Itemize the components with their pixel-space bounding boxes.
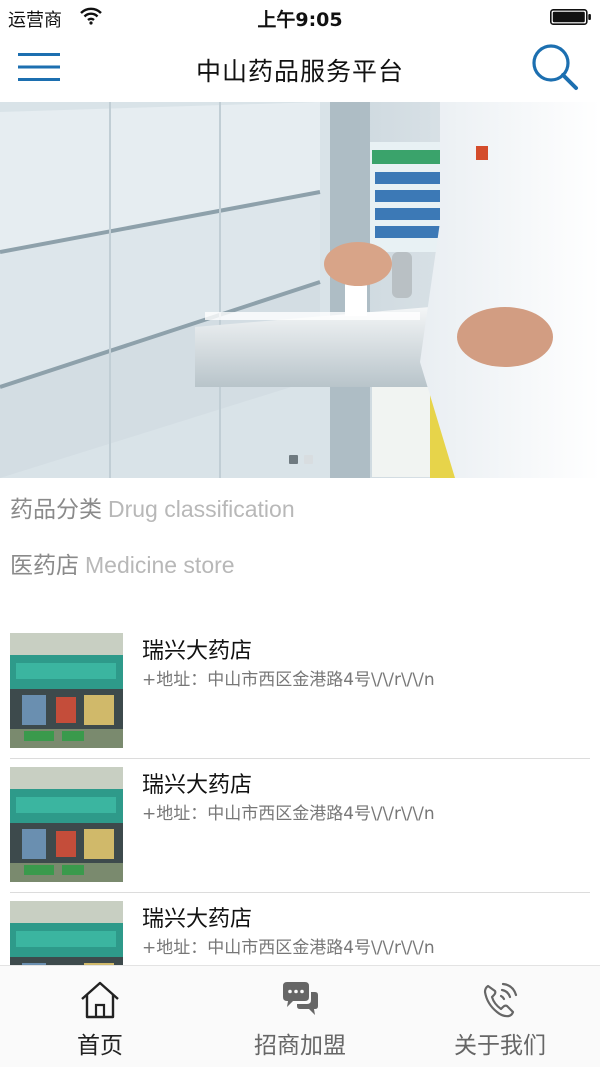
store-thumbnail xyxy=(10,767,123,882)
nav-bar: 中山药品服务平台 xyxy=(0,34,600,102)
search-icon[interactable] xyxy=(530,42,580,92)
page-title: 中山药品服务平台 xyxy=(195,57,404,86)
status-bar: 运营商 上午9:05 xyxy=(0,0,600,34)
store-address: +地址：中山市西区金港路4号\/\/r\/\/n xyxy=(142,804,435,824)
phone-icon xyxy=(483,982,518,1018)
category-label-en: Drug classification xyxy=(108,496,295,522)
pharmacy-banner-image xyxy=(0,102,600,478)
category-label: 药品分类 xyxy=(10,497,102,523)
tab-label: 关于我们 xyxy=(454,1033,546,1059)
store-address: +地址：中山市西区金港路4号\/\/r\/\/n xyxy=(142,670,435,690)
carousel-dot[interactable] xyxy=(304,455,313,464)
store-name: 瑞兴大药店 xyxy=(142,639,253,664)
store-list-item[interactable]: 瑞兴大药店 +地址：中山市西区金港路4号\/\/r\/\/n xyxy=(0,893,600,965)
store-thumbnail xyxy=(10,633,123,748)
category-medicine-store[interactable]: 医药店 Medicine store xyxy=(10,546,235,582)
category-label-en: Medicine store xyxy=(85,552,235,578)
category-label: 医药店 xyxy=(10,553,79,579)
tab-bar: 首页 招商加盟 关于我们 xyxy=(0,965,600,1067)
chat-bubbles-icon xyxy=(283,982,318,1015)
store-list[interactable]: 瑞兴大药店 +地址：中山市西区金港路4号\/\/r\/\/n 瑞兴大药店 +地址… xyxy=(0,625,600,965)
store-thumbnail xyxy=(10,901,123,965)
status-time: 上午9:05 xyxy=(257,9,343,31)
tab-about-us[interactable]: 关于我们 xyxy=(400,966,600,1067)
home-icon xyxy=(81,981,119,1019)
battery-icon xyxy=(550,9,591,25)
store-address: +地址：中山市西区金港路4号\/\/r\/\/n xyxy=(142,938,435,958)
store-list-item[interactable]: 瑞兴大药店 +地址：中山市西区金港路4号\/\/r\/\/n xyxy=(0,759,600,893)
carousel-indicator xyxy=(289,455,313,464)
store-name: 瑞兴大药店 xyxy=(142,907,253,932)
tab-label: 首页 xyxy=(77,1033,123,1059)
store-name: 瑞兴大药店 xyxy=(142,773,253,798)
carousel-dot[interactable] xyxy=(289,455,298,464)
tab-label: 招商加盟 xyxy=(254,1033,346,1059)
banner-carousel[interactable] xyxy=(0,102,600,478)
category-drug-classification[interactable]: 药品分类 Drug classification xyxy=(10,490,295,526)
tab-home[interactable]: 首页 xyxy=(0,966,200,1067)
store-list-item[interactable]: 瑞兴大药店 +地址：中山市西区金港路4号\/\/r\/\/n xyxy=(0,625,600,759)
tab-franchise[interactable]: 招商加盟 xyxy=(200,966,400,1067)
